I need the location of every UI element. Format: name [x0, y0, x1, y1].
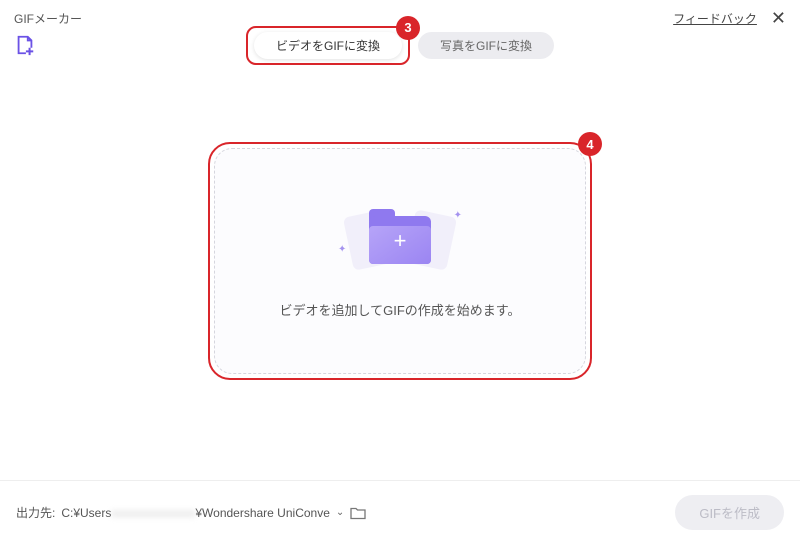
app-logo-icon: [14, 34, 36, 56]
tab-photo-to-gif[interactable]: 写真をGIFに変換: [418, 32, 554, 59]
window-title: GIFメーカー: [14, 10, 82, 27]
feedback-link[interactable]: フィードバック: [673, 10, 757, 27]
drop-zone[interactable]: ✦ ✦ + ビデオを追加してGIFの作成を始めます。: [214, 148, 586, 374]
annotation-badge-3: 3: [396, 16, 420, 40]
annotation-badge-4: 4: [578, 132, 602, 156]
step-4-highlight: 4 ✦ ✦ + ビデオを追加してGIFの作成を始めます。: [208, 142, 592, 380]
path-dropdown-icon[interactable]: ⌄: [336, 507, 344, 518]
create-gif-button[interactable]: GIFを作成: [675, 495, 784, 530]
step-3-highlight: ビデオをGIFに変換 3: [246, 26, 410, 65]
add-folder-icon: ✦ ✦ +: [340, 204, 460, 276]
output-path-field[interactable]: C:¥Usersxxxxxxxxxxxxxx¥Wondershare UniCo…: [61, 506, 330, 520]
close-button[interactable]: ✕: [771, 9, 786, 27]
drop-zone-text: ビデオを追加してGIFの作成を始めます。: [280, 300, 521, 319]
browse-folder-button[interactable]: [350, 506, 366, 520]
tab-video-to-gif[interactable]: ビデオをGIFに変換: [254, 32, 402, 59]
output-label: 出力先:: [16, 504, 55, 521]
